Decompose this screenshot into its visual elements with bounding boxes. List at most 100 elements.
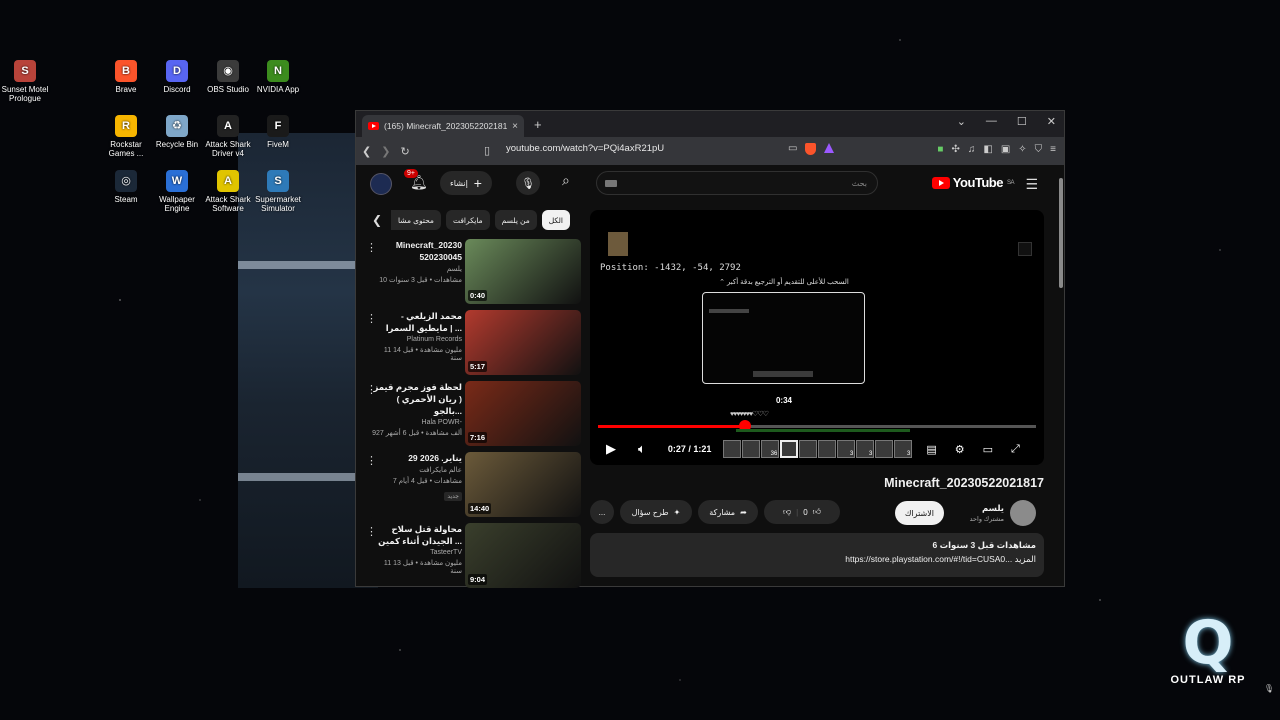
chip-minecraft[interactable]: مايكرافت: [445, 210, 490, 230]
chip-from-channel[interactable]: من يلسم: [494, 210, 537, 230]
description-meta: 6 مشاهدات قبل 3 سنوات: [932, 540, 1036, 550]
channel-name[interactable]: TasteerTV: [372, 549, 462, 556]
channel-name[interactable]: Platinum Records: [372, 336, 462, 343]
attack-shark-software-icon: A: [217, 170, 239, 192]
volume-icon[interactable]: 🔈︎: [638, 441, 646, 457]
desktop-icon[interactable]: F FiveM: [250, 115, 306, 149]
ask-button[interactable]: طرح سؤال ✦: [620, 500, 692, 524]
wallet-icon[interactable]: ▣: [1001, 144, 1010, 155]
channel-name[interactable]: عالم مايكرافت: [372, 466, 462, 474]
list-item[interactable]: 5:17 ⋮ محمد الزيلعي - مايطيق السمرا | ..…: [366, 308, 582, 379]
forward-icon[interactable]: ❯: [381, 145, 390, 158]
desktop-icon[interactable]: N NVIDIA App: [250, 60, 306, 94]
create-button[interactable]: إنشاء +: [440, 171, 492, 195]
channel-avatar[interactable]: [1010, 500, 1036, 526]
video-title[interactable]: Minecraft_20230 520230045: [372, 239, 462, 263]
channel-name[interactable]: Hala POWR-: [372, 419, 462, 426]
description-box[interactable]: 6 مشاهدات قبل 3 سنوات https://store.play…: [590, 533, 1044, 577]
play-icon[interactable]: ▶: [606, 441, 616, 457]
desktop-icon[interactable]: S Sunset Motel Prologue: [0, 60, 53, 103]
desktop-icon[interactable]: A Attack Shark Software: [200, 170, 256, 213]
browser-window: (165) Minecraft_2023052202181 × + ⌄ — ☐ …: [355, 110, 1065, 588]
chip-content[interactable]: محتوى مشا: [391, 210, 441, 230]
desktop-icon[interactable]: R Rockstar Games ...: [98, 115, 154, 158]
media-icon[interactable]: ♫: [968, 144, 976, 155]
close-window-button[interactable]: ✕: [1047, 115, 1056, 128]
search-icon[interactable]: ⌕: [562, 172, 570, 189]
notifications-bell-icon[interactable]: 🔔︎: [410, 174, 428, 191]
brave-rewards-icon[interactable]: [824, 143, 835, 153]
channel-name[interactable]: يلسم: [982, 503, 1004, 514]
desktop-icon[interactable]: ◎ Steam: [98, 170, 154, 204]
chevron-left-icon[interactable]: ❮: [368, 213, 386, 227]
desktop-icon[interactable]: S Supermarket Simulator: [250, 170, 306, 213]
video-thumbnail[interactable]: 5:17: [465, 310, 581, 375]
fullscreen-icon[interactable]: ⤢: [1011, 443, 1020, 456]
theater-mode-icon[interactable]: ▭: [983, 443, 993, 456]
minimize-button[interactable]: —: [986, 115, 997, 128]
cast-icon[interactable]: ▭: [788, 143, 797, 155]
new-tab-button[interactable]: +: [534, 117, 542, 132]
extensions-icon[interactable]: ✣: [951, 144, 959, 155]
video-title[interactable]: محمد الزيلعي - مايطيق السمرا | ...: [372, 310, 462, 334]
desktop-icon[interactable]: A Attack Shark Driver v4: [200, 115, 256, 158]
sidebar-icon[interactable]: ◧: [983, 144, 992, 155]
scrollbar-thumb[interactable]: [1059, 178, 1063, 288]
guide-menu-icon[interactable]: ☰: [1025, 176, 1038, 193]
video-title[interactable]: 29 يناير. 2026: [372, 452, 462, 464]
video-meta: 11 مليون مشاهدة • قبل 13 سنة: [383, 560, 462, 575]
video-title[interactable]: محاولة قتل سلاح الجيدان أثناء كمين ...: [372, 523, 462, 547]
account-avatar[interactable]: [370, 173, 392, 195]
list-item[interactable]: 14:40 ⋮ 29 يناير. 2026 عالم مايكرافت 7 م…: [366, 450, 582, 521]
preview-text-line: [709, 309, 749, 313]
bookmark-icon[interactable]: ▯: [484, 144, 490, 157]
leo-icon[interactable]: ✧: [1018, 144, 1026, 155]
video-thumbnail[interactable]: 14:40: [465, 452, 581, 517]
channel-name[interactable]: يلسم: [372, 265, 462, 273]
desktop-icon-label: Rockstar Games ...: [108, 140, 144, 158]
video-thumbnail[interactable]: 0:40: [465, 239, 581, 304]
list-item[interactable]: 9:04 ⋮ محاولة قتل سلاح الجيدان أثناء كمي…: [366, 521, 582, 592]
brave-shield-icon[interactable]: [805, 143, 817, 155]
like-icon[interactable]: 👍︎: [813, 507, 821, 517]
youtube-logo[interactable]: YouTube SA: [931, 175, 1015, 190]
desktop-icon[interactable]: D Discord: [149, 60, 205, 94]
brave-icon: B: [115, 60, 137, 82]
menu-icon[interactable]: ≡: [1050, 144, 1056, 155]
tab-search-icon[interactable]: ⌄: [957, 115, 966, 128]
list-item[interactable]: 0:40 ⋮ Minecraft_20230 520230045 يلسم 10…: [366, 237, 582, 308]
video-thumbnail[interactable]: 9:04: [465, 523, 581, 588]
page-scrollbar[interactable]: [1059, 168, 1063, 582]
search-input[interactable]: بحث: [596, 171, 878, 195]
desktop-icon[interactable]: B Brave: [98, 60, 154, 94]
tab-close-icon[interactable]: ×: [512, 121, 518, 132]
desktop-icon[interactable]: ♻ Recycle Bin: [149, 115, 205, 149]
keyboard-icon[interactable]: [605, 180, 617, 187]
list-item[interactable]: 7:16 ⋮ لحظة فوز مجرم قيمز ( ريان الأحمري…: [366, 379, 582, 450]
chip-all[interactable]: الكل: [541, 210, 570, 230]
video-player[interactable]: Position: -1432, -54, 2792 ⌃ السحب للأعل…: [590, 210, 1044, 465]
progress-bar[interactable]: [598, 420, 1036, 432]
settings-gear-icon[interactable]: ⚙: [955, 443, 965, 456]
extension-nvidia-icon[interactable]: ■: [937, 144, 943, 155]
vpn-icon[interactable]: ⛉: [1035, 144, 1043, 155]
tab-youtube[interactable]: (165) Minecraft_2023052202181 ×: [362, 115, 524, 137]
reload-icon[interactable]: ↻: [400, 145, 409, 158]
video-thumbnail[interactable]: 7:16: [465, 381, 581, 446]
video-duration: 14:40: [468, 503, 492, 514]
desktop-icon[interactable]: W Wallpaper Engine: [149, 170, 205, 213]
desktop-icon[interactable]: ◉ OBS Studio: [200, 60, 256, 94]
url-field[interactable]: youtube.com/watch?v=PQi4axR21pU: [506, 143, 664, 154]
youtube-play-icon: [931, 176, 950, 189]
captions-icon[interactable]: ▤: [926, 443, 936, 456]
outlaw-rp-logo: Q OUTLAW RP: [1160, 612, 1256, 702]
subscribe-button[interactable]: الاشتراك: [894, 501, 944, 525]
video-title[interactable]: لحظة فوز مجرم قيمز ( ريان الأحمري ) بالج…: [372, 381, 462, 417]
share-button[interactable]: مشاركة ➦: [698, 500, 758, 524]
back-icon[interactable]: ❮: [362, 145, 371, 158]
more-actions-button[interactable]: ...: [590, 500, 614, 524]
system-tray-mic-icon[interactable]: 🎙︎: [1264, 684, 1274, 693]
maximize-button[interactable]: ☐: [1017, 115, 1027, 128]
voice-search-button[interactable]: 🎙︎: [516, 171, 540, 195]
dislike-icon[interactable]: 👎︎: [783, 507, 791, 517]
